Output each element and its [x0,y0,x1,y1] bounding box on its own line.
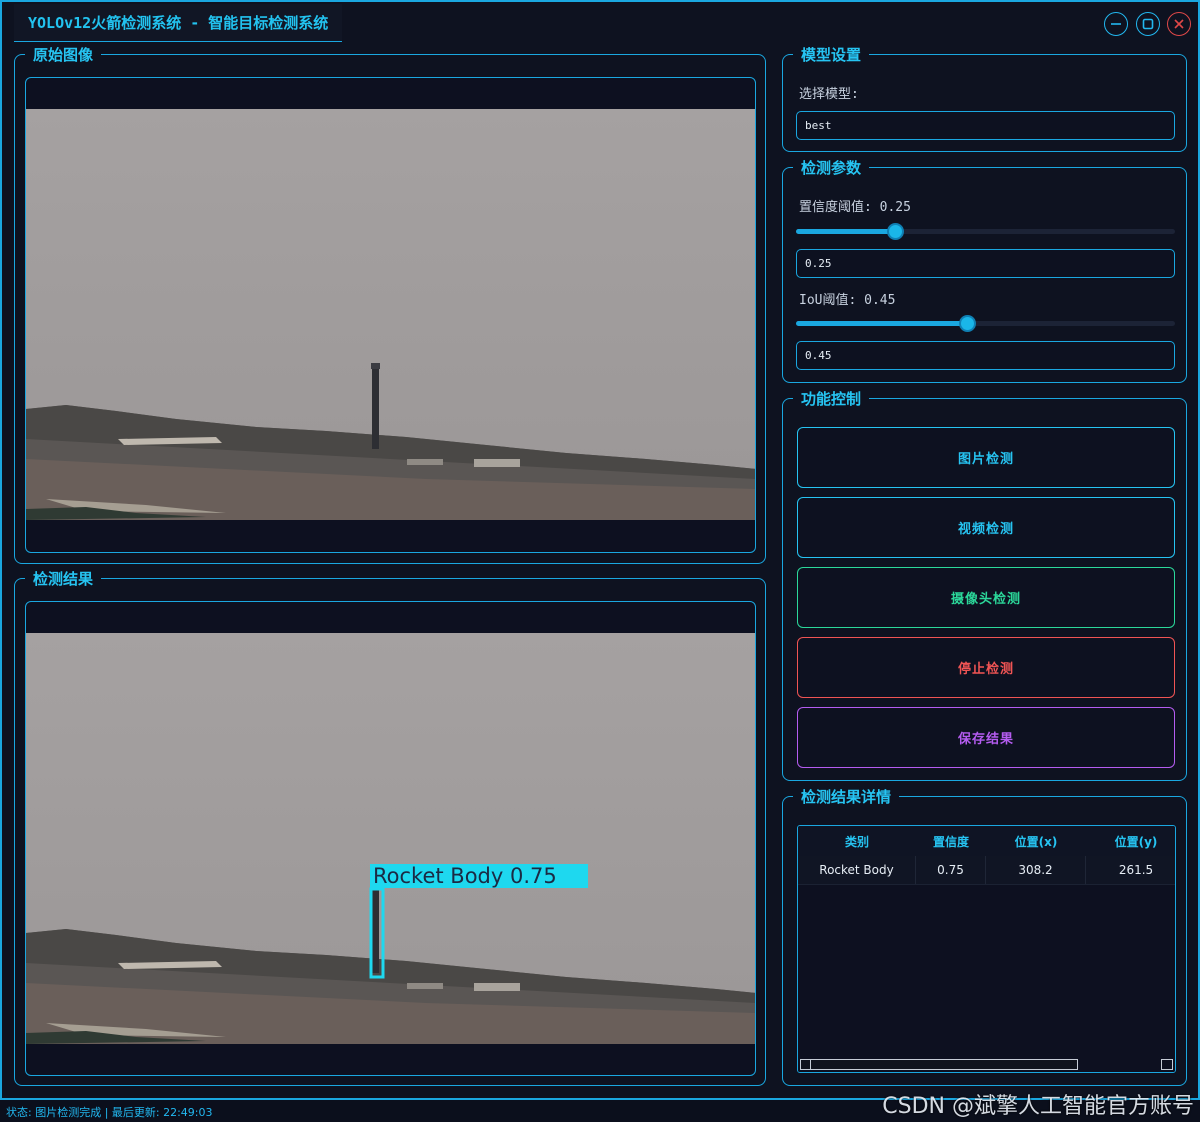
result-details-group: 检测结果详情 类别 置信度 位置(x) 位置(y) Rocket Body 0.… [782,788,1187,1086]
camera-detect-button[interactable]: 摄像头检测 [797,567,1175,628]
detection-result-title: 检测结果 [25,570,102,588]
model-settings-group: 模型设置 选择模型: best [782,46,1187,152]
confidence-slider[interactable] [796,223,1175,240]
confidence-slider-handle[interactable] [887,223,904,240]
iou-slider-handle[interactable] [959,315,976,332]
result-image: Rocket Body 0.75 [26,633,755,1044]
original-image-group: 原始图像 [14,46,766,564]
original-image [26,109,755,520]
close-icon [1174,19,1184,29]
function-control-title: 功能控制 [793,390,870,408]
table-header: 类别 置信度 位置(x) 位置(y) [798,826,1175,856]
cell-y: 261.5 [1118,863,1154,877]
window-title: YOLOv12火箭检测系统 - 智能目标检测系统 [14,4,343,42]
scrollbar-corner [1161,1059,1173,1070]
iou-label: IoU阈值: 0.45 [799,293,896,308]
image-detect-button[interactable]: 图片检测 [797,427,1175,488]
cell-confidence: 0.75 [916,856,986,884]
model-select[interactable]: best [796,111,1175,140]
select-model-label: 选择模型: [799,87,859,102]
iou-slider[interactable] [796,315,1175,332]
result-table[interactable]: 类别 置信度 位置(x) 位置(y) Rocket Body 0.75 308.… [797,825,1176,1073]
detection-params-group: 检测参数 置信度阈值: 0.25 0.25 IoU阈值: 0.45 0.45 [782,159,1187,383]
confidence-label: 置信度阈值: 0.25 [799,200,911,215]
result-image-frame: Rocket Body 0.75 [25,601,756,1076]
maximize-button[interactable] [1136,12,1160,36]
horizontal-scrollbar[interactable] [798,1058,1175,1072]
model-settings-title: 模型设置 [793,46,870,64]
maximize-icon [1142,18,1154,30]
column-y[interactable]: 位置(y) [1086,826,1175,856]
column-class[interactable]: 类别 [798,826,916,856]
column-x[interactable]: 位置(x) [986,826,1086,856]
confidence-input[interactable]: 0.25 [796,249,1175,278]
save-result-button[interactable]: 保存结果 [797,707,1175,768]
table-row[interactable]: Rocket Body 0.75 308.2 261.5 [798,856,1175,885]
confidence-slider-fill [796,229,895,234]
function-control-group: 功能控制 图片检测 视频检测 摄像头检测 停止检测 保存结果 [782,390,1187,781]
scrollbar-divider [810,1059,811,1070]
stop-detect-button[interactable]: 停止检测 [797,637,1175,698]
watermark: CSDN @斌擎人工智能官方账号 [882,1094,1194,1119]
minimize-icon [1111,23,1121,25]
video-detect-button[interactable]: 视频检测 [797,497,1175,558]
cell-class: Rocket Body [798,856,916,884]
iou-slider-fill [796,321,967,326]
detection-label: Rocket Body 0.75 [373,864,557,888]
title-bar[interactable]: YOLOv12火箭检测系统 - 智能目标检测系统 [2,2,1198,44]
cell-x: 308.2 [986,856,1086,884]
original-image-frame [25,77,756,553]
status-text: 状态: 图片检测完成 | 最后更新: 22:49:03 [6,1106,213,1119]
original-image-title: 原始图像 [25,46,102,64]
column-confidence[interactable]: 置信度 [916,826,986,856]
detection-params-title: 检测参数 [793,159,870,177]
iou-input[interactable]: 0.45 [796,341,1175,370]
scrollbar-handle[interactable] [800,1059,1078,1070]
minimize-button[interactable] [1104,12,1128,36]
detection-result-group: 检测结果 Rocket Body 0.75 [14,570,766,1086]
close-button[interactable] [1167,12,1191,36]
app-window: YOLOv12火箭检测系统 - 智能目标检测系统 原始图像 检测结果 Rocke… [0,0,1200,1100]
result-details-title: 检测结果详情 [793,788,900,806]
